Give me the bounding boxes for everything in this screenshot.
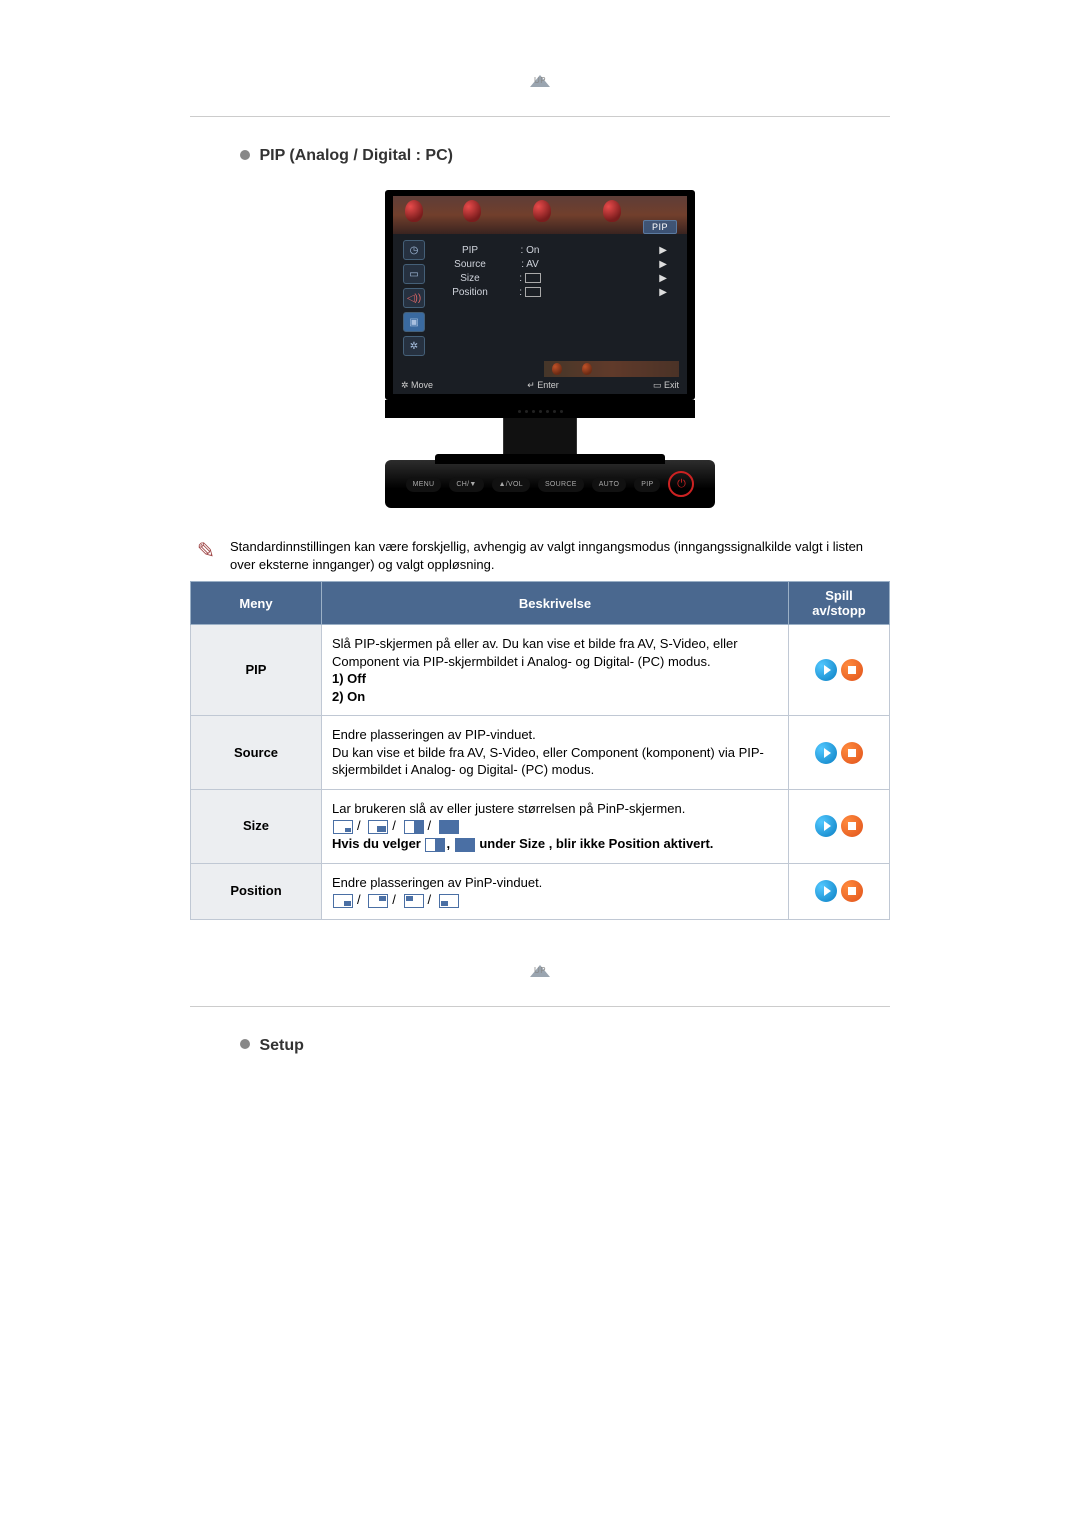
bullet-icon <box>240 1039 250 1049</box>
position-bl-icon <box>439 894 459 908</box>
table-row: Position Endre plasseringen av PinP-vind… <box>191 863 890 919</box>
size-half-icon <box>404 820 424 834</box>
size-small-icon <box>333 820 353 834</box>
stop-button[interactable] <box>841 815 863 837</box>
row-source-name: Source <box>191 716 322 790</box>
stop-button[interactable] <box>841 880 863 902</box>
table-row: Size Lar brukeren slå av eller justere s… <box>191 789 890 863</box>
up-arrow-icon: UP <box>522 950 558 974</box>
table-row: PIP Slå PIP-skjermen på eller av. Du kan… <box>191 625 890 716</box>
osd-side-icons: ◷ ▭ ◁)) ▣ ✲ <box>403 240 425 360</box>
position-tr-icon <box>368 894 388 908</box>
osd-pip-badge: PIP <box>643 220 677 234</box>
osd-menu: PIP: On▶ Source: AV▶ Size: ▶ Position: ▶ <box>435 244 667 300</box>
up-link-top[interactable]: UP <box>130 60 950 86</box>
divider <box>190 116 890 117</box>
section-title-text: PIP (Analog / Digital : PC) <box>259 147 453 164</box>
size-half-icon <box>425 838 445 852</box>
note-text: Standardinnstillingen kan være forskjell… <box>230 538 890 573</box>
power-button[interactable]: ⏻ <box>668 471 694 497</box>
col-header-menu: Meny <box>191 582 322 625</box>
row-pip-desc: Slå PIP-skjermen på eller av. Du kan vis… <box>322 625 789 716</box>
ch-button[interactable]: CH/▼ <box>449 477 483 492</box>
section-heading-setup: Setup <box>240 1037 950 1055</box>
page: UP PIP (Analog / Digital : PC) PIP ◷ <box>130 0 950 1160</box>
auto-button[interactable]: AUTO <box>592 477 627 492</box>
source-button[interactable]: SOURCE <box>538 477 584 492</box>
size-full-icon <box>455 838 475 852</box>
row-source-desc: Endre plasseringen av PIP-vinduet. Du ka… <box>322 716 789 790</box>
table-row: Source Endre plasseringen av PIP-vinduet… <box>191 716 890 790</box>
divider <box>190 1006 890 1007</box>
bullet-icon <box>240 150 250 160</box>
up-arrow-icon: UP <box>522 60 558 84</box>
play-button[interactable] <box>815 742 837 764</box>
play-button[interactable] <box>815 659 837 681</box>
row-position-name: Position <box>191 863 322 919</box>
up-link-bottom[interactable]: UP <box>130 950 950 976</box>
row-size-desc: Lar brukeren slå av eller justere større… <box>322 789 789 863</box>
col-header-desc: Beskrivelse <box>322 582 789 625</box>
vol-button[interactable]: ▲/VOL <box>492 477 530 492</box>
position-tl-icon <box>404 894 424 908</box>
row-position-desc: Endre plasseringen av PinP-vinduet. / / … <box>322 863 789 919</box>
col-header-play: Spill av/stopp <box>789 582 890 625</box>
size-medium-icon <box>368 820 388 834</box>
monitor-base-buttons: MENU CH/▼ ▲/VOL SOURCE AUTO PIP ⏻ <box>385 460 715 508</box>
note-row: ✎ Standardinnstillingen kan være forskje… <box>190 538 890 573</box>
power-icon: ⏻ <box>677 478 686 491</box>
menu-button[interactable]: MENU <box>406 477 442 492</box>
monitor-illustration: PIP ◷ ▭ ◁)) ▣ ✲ PIP: On▶ Source: AV▶ Siz… <box>130 190 950 508</box>
osd-footer: ✲ Move ↵ Enter ▭ Exit <box>401 380 679 391</box>
play-button[interactable] <box>815 815 837 837</box>
pip-button[interactable]: PIP <box>634 477 660 492</box>
position-br-icon <box>333 894 353 908</box>
stop-button[interactable] <box>841 659 863 681</box>
row-pip-name: PIP <box>191 625 322 716</box>
play-button[interactable] <box>815 880 837 902</box>
size-full-icon <box>439 820 459 834</box>
stop-button[interactable] <box>841 742 863 764</box>
row-size-name: Size <box>191 789 322 863</box>
section-heading-pip: PIP (Analog / Digital : PC) <box>240 147 950 165</box>
section-title-text: Setup <box>259 1037 303 1054</box>
description-table: Meny Beskrivelse Spill av/stopp PIP Slå … <box>190 581 890 920</box>
note-icon: ✎ <box>190 538 222 573</box>
